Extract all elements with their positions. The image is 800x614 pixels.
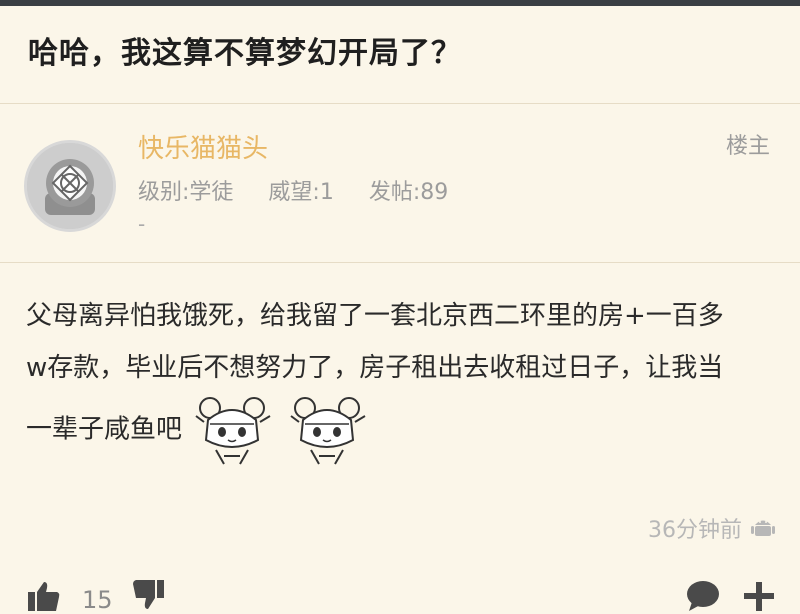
- title-divider: [0, 103, 800, 104]
- top-status-bar: [0, 0, 800, 6]
- post-title: 哈哈，我这算不算梦幻开局了？: [28, 36, 462, 71]
- content-line: 一辈子咸鱼吧: [26, 394, 776, 466]
- op-badge: 楼主: [725, 134, 770, 159]
- post-content: 父母离异怕我饿死，给我留了一套北京西二环里的房+一百多 w存款，毕业后不想努力了…: [26, 290, 776, 466]
- header-divider: [0, 262, 800, 263]
- anime-girl-sticker-icon: [289, 397, 366, 465]
- content-line: 父母离异怕我饿死，给我留了一套北京西二环里的房+一百多: [26, 301, 724, 331]
- author-avatar[interactable]: [24, 140, 116, 232]
- author-level: 级别:学徒: [138, 180, 234, 205]
- content-text: 一辈子咸鱼吧: [26, 414, 183, 445]
- author-name[interactable]: 快乐猫猫头: [138, 128, 268, 165]
- author-post-count: 发帖:89: [368, 180, 449, 205]
- android-icon: [751, 520, 775, 536]
- content-line: w存款，毕业后不想努力了，房子租出去收租过日子，让我当: [26, 353, 724, 383]
- anime-girl-sticker-icon: [195, 397, 271, 465]
- author-meta: 级别:学徒 威望:1 发帖:89: [138, 174, 476, 206]
- post-time: 36分钟前: [648, 518, 742, 543]
- plus-icon[interactable]: [744, 580, 774, 611]
- author-prestige: 威望:1: [268, 180, 334, 205]
- thumbs-up-icon[interactable]: [26, 580, 60, 611]
- like-count: 15: [82, 586, 113, 614]
- diving-helmet-avatar-icon: [27, 143, 113, 229]
- thumbs-down-icon[interactable]: [132, 580, 166, 611]
- author-signature: -: [138, 212, 146, 236]
- comment-icon[interactable]: [686, 580, 720, 611]
